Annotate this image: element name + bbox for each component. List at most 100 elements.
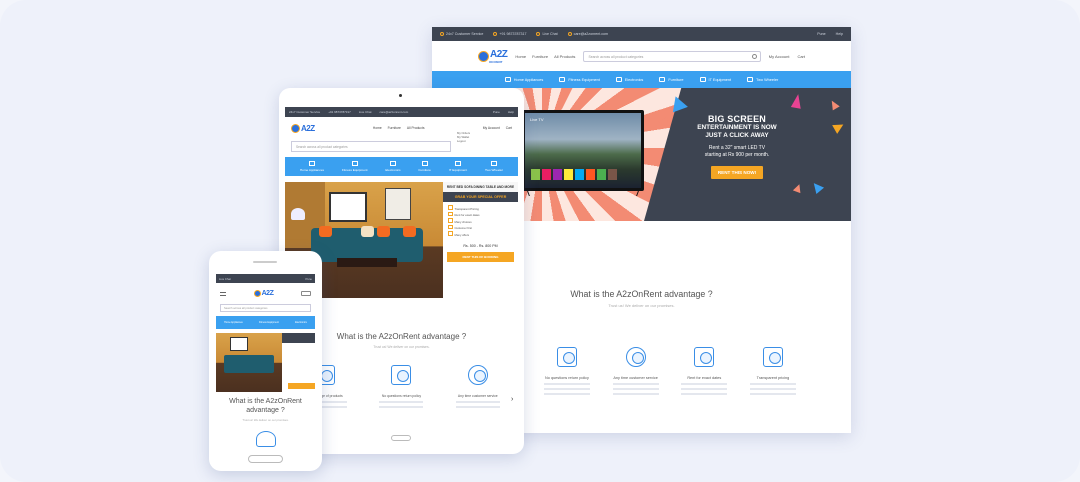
hamburger-menu-icon[interactable]: [220, 291, 226, 296]
speaker-icon: [253, 261, 277, 263]
support-agent-icon: [622, 343, 650, 371]
topbar-email[interactable]: care@a2zonrent.com: [567, 32, 608, 36]
carousel-next-arrow[interactable]: ›: [511, 396, 513, 403]
offer-badge: GRAB YOUR SPECIAL OFFER: [443, 192, 518, 203]
topbar-service[interactable]: 24x7 Customer Service: [289, 110, 320, 114]
nav-home[interactable]: Home: [373, 126, 382, 130]
topbar-phone[interactable]: +91 9873787317: [493, 32, 526, 36]
logo[interactable]: A2Z ON RENT: [478, 48, 508, 64]
scooter-icon: [747, 77, 754, 82]
category-home-appliances[interactable]: Home Appliances: [224, 321, 243, 324]
logo-subtext: ON RENT: [489, 59, 503, 64]
feature-return-policy: No questions return policy: [375, 361, 427, 408]
phone-topbar: Live Chat Pune: [216, 274, 315, 283]
promo-title: BIG SCREEN: [707, 114, 766, 124]
nav-all-products[interactable]: All Products: [554, 54, 575, 59]
price-list-icon: [759, 343, 787, 371]
tv-icon: [389, 161, 396, 166]
account-dropdown: My Orders My Wallet Logout: [457, 131, 470, 143]
topbar-phone[interactable]: +91 9873787317: [328, 110, 351, 114]
offer-headline: RENT BED SOFA DINING TABLE AND MORE: [443, 182, 518, 192]
topbar-email[interactable]: care@a2zonrent.com: [379, 110, 408, 114]
category-home-appliances[interactable]: Home Appliances: [504, 77, 543, 82]
city-select[interactable]: Pune: [305, 277, 312, 281]
topbar-chat[interactable]: Live Chat: [359, 110, 372, 114]
search-input[interactable]: Search across all product categories: [220, 304, 311, 312]
offer-list: Transparent Pricing Rent for exact dates…: [443, 202, 518, 241]
dumbbell-icon: [559, 77, 566, 82]
nav-furniture[interactable]: Furniture: [388, 126, 401, 130]
sofa-icon: [421, 161, 428, 166]
help-link[interactable]: Help: [836, 32, 843, 36]
category-electronics[interactable]: Electronics: [295, 321, 307, 324]
tablet-home-button: [391, 435, 411, 441]
living-room-image: [216, 333, 315, 392]
category-it[interactable]: IT Equipment: [449, 161, 467, 172]
category-fitness[interactable]: Fitness Equipment: [342, 161, 368, 172]
cart-link[interactable]: Cart: [797, 54, 805, 59]
dumbbell-icon: [351, 161, 358, 166]
wide-range-icon: [256, 431, 276, 447]
topbar-service[interactable]: 24x7 Customer Service: [440, 32, 483, 36]
category-fitness[interactable]: Fitness Equipment: [259, 321, 279, 324]
search-input[interactable]: Search across all product categories: [291, 141, 451, 152]
offer-button[interactable]: RENT THIS OF BOOKING: [447, 251, 514, 262]
feature-transparent-pricing: Transparent pricing: [746, 343, 800, 395]
appliance-icon: [504, 77, 511, 82]
menu-logout[interactable]: Logout: [457, 139, 470, 143]
logo-text: A2Z: [261, 290, 274, 297]
search-placeholder: Search across all product categories: [588, 54, 644, 59]
category-home-appliances[interactable]: Home Appliances: [300, 161, 324, 172]
desktop-topbar: 24x7 Customer Service +91 9873787317 Liv…: [432, 27, 851, 41]
category-two-wheeler[interactable]: Two Wheeler: [747, 77, 778, 82]
category-it[interactable]: IT Equipment: [699, 77, 731, 82]
delivery-truck-icon: [387, 361, 415, 389]
city-select[interactable]: Pune: [493, 110, 500, 114]
laptop-icon: [454, 161, 461, 166]
search-icon[interactable]: [751, 53, 757, 59]
nav-home[interactable]: Home: [515, 54, 526, 59]
logo[interactable]: A2Z: [291, 123, 315, 133]
category-furniture[interactable]: Furniture: [418, 161, 431, 172]
advantage-subtitle: Trust us! We deliver on our promises.: [242, 418, 289, 422]
offer-price: Rs. 500 - Rs. 800 PM: [463, 243, 498, 248]
category-two-wheeler[interactable]: Two Wheeler: [485, 161, 503, 172]
category-fitness[interactable]: Fitness Equipment: [559, 77, 600, 82]
topbar-chat[interactable]: Live Chat: [219, 277, 231, 281]
feature-customer-service: Any time customer service: [609, 343, 663, 395]
search-input[interactable]: Search across all product categories: [583, 50, 761, 62]
phone-icon: [493, 32, 498, 36]
rent-now-button[interactable]: RENT THIS NOW!: [710, 166, 764, 179]
logo[interactable]: A2Z: [253, 290, 274, 297]
delivery-truck-icon: [553, 343, 581, 371]
cart-icon[interactable]: [300, 291, 311, 296]
tv-image: Live TV: [522, 110, 644, 196]
topbar-chat[interactable]: Live Chat: [536, 32, 558, 36]
showcase-canvas: 24x7 Customer Service +91 9873787317 Liv…: [0, 0, 1080, 482]
calendar-icon: [690, 343, 718, 371]
account-link[interactable]: My Account: [483, 126, 500, 130]
cart-link[interactable]: Cart: [506, 126, 512, 130]
tv-icon: [615, 77, 622, 82]
tv-label: Live TV: [530, 117, 544, 122]
desktop-header: A2Z ON RENT Home Furniture All Products S…: [432, 41, 851, 71]
feature-exact-dates: Rent for exact dates: [677, 343, 731, 395]
category-bar: Home Appliances Fitness Equipment Electr…: [216, 316, 315, 329]
logo-mark-icon: [253, 290, 261, 297]
phone-screen: Live Chat Pune A2Z Search across all pro…: [216, 274, 315, 451]
advantage-title: What is the A2zOnRent advantage ?: [229, 398, 302, 414]
category-electronics[interactable]: Electronics: [615, 77, 643, 82]
city-select[interactable]: Pune: [817, 32, 825, 36]
help-link[interactable]: Help: [508, 110, 514, 114]
scooter-icon: [491, 161, 497, 166]
tablet-topbar: 24x7 Customer Service +91 9873787317 Liv…: [285, 107, 518, 117]
nav-furniture[interactable]: Furniture: [532, 54, 548, 59]
logo-text: A2Z: [490, 48, 508, 60]
offer-button[interactable]: [288, 383, 315, 389]
nav-all-products[interactable]: All Products: [407, 126, 425, 130]
category-furniture[interactable]: Furniture: [659, 77, 684, 82]
category-electronics[interactable]: Electronics: [385, 161, 401, 172]
promo-line2: JUST A CLICK AWAY: [705, 131, 769, 139]
account-link[interactable]: My Account: [769, 54, 790, 59]
category-bar: Home Appliances Fitness Equipment Electr…: [285, 157, 518, 176]
